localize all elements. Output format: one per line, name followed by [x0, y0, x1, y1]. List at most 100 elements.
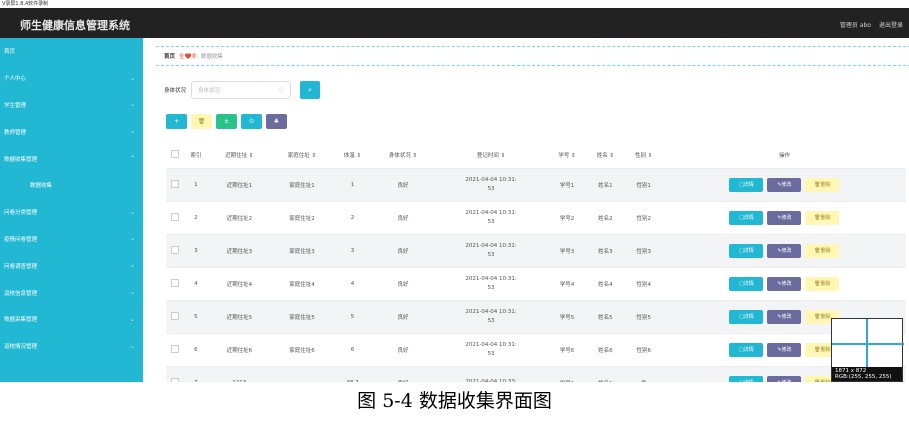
- logout-link[interactable]: 退出登录: [879, 20, 903, 29]
- view-button[interactable]: □ 详情: [729, 210, 764, 225]
- color-picker-overlay: 1871 x 872 RGB:(255, 255, 255): [831, 318, 904, 382]
- column-header-5[interactable]: 身体状况 ⇕: [371, 142, 435, 169]
- delete-button[interactable]: 🗑 删除: [805, 276, 840, 291]
- column-header-2[interactable]: 近期住址 ⇕: [208, 142, 271, 169]
- edit-button-label: 修改: [781, 281, 792, 287]
- row-checkbox[interactable]: [170, 377, 179, 382]
- breadcrumb-current: 数据收集: [200, 54, 223, 60]
- delete-button[interactable]: 🗑 删除: [805, 177, 840, 192]
- edit-button-label: 修改: [781, 215, 792, 221]
- table-row: 6 近期住址6 家庭住址6 6 良好 2021-04-04 10:31: 53 学号6 姓名6 性…: [166, 333, 906, 367]
- picker-info: 1871 x 872 RGB:(255, 255, 255): [832, 367, 902, 381]
- row-checkbox[interactable]: [170, 278, 179, 287]
- cell-recent-address: 1213: [208, 366, 271, 382]
- sidebar-item-11[interactable]: 返校情况管理 ⌄: [0, 333, 143, 360]
- sidebar-item-4[interactable]: 数据收集管理 ⌃: [0, 145, 143, 172]
- batch-delete-button[interactable]: 🗑: [191, 114, 212, 129]
- search-placeholder: 身体状况: [198, 88, 221, 94]
- column-header-7[interactable]: 学号 ⇕: [547, 142, 587, 169]
- column-header-8[interactable]: 姓名 ⇕: [586, 142, 625, 169]
- cell-name: 姓名2: [586, 201, 625, 235]
- view-button[interactable]: □ 详情: [729, 276, 764, 291]
- cell-recent-address: 近期住址6: [208, 333, 271, 367]
- admin-label[interactable]: 管理员 abo: [840, 20, 871, 29]
- cell-home-address: 家庭住址3: [270, 234, 334, 268]
- delete-button-label: 删除: [820, 182, 831, 188]
- cell-ops: □ 详情✎ 修改🗑 删除: [662, 267, 906, 301]
- sidebar-item-label: 首页: [4, 49, 16, 56]
- row-checkbox[interactable]: [170, 245, 179, 254]
- row-checkbox[interactable]: [170, 212, 179, 221]
- view-button[interactable]: □ 详情: [729, 243, 764, 258]
- sidebar-item-9[interactable]: 返校信息管理 ⌄: [0, 279, 143, 306]
- column-header-6[interactable]: 登记时间 ⇕: [434, 142, 548, 169]
- edit-button[interactable]: ✎ 修改: [767, 243, 802, 258]
- cell-home-address: 家庭住址4: [270, 267, 334, 301]
- view-button[interactable]: □ 详情: [729, 375, 764, 382]
- column-header-3[interactable]: 家庭住址 ⇕: [270, 142, 334, 169]
- cell-name: 姓名6: [586, 333, 625, 367]
- time-line-1: 2021-04-04 10:31:: [465, 308, 517, 315]
- chart-icon: ♣: [273, 118, 280, 125]
- breadcrumb-home[interactable]: 首页: [164, 52, 175, 60]
- cell-time: 2021-04-04 10:31: 53: [434, 300, 548, 334]
- row-actions: □ 详情✎ 修改🗑 删除: [663, 243, 906, 258]
- view-button[interactable]: □ 详情: [729, 309, 764, 324]
- sidebar-item-7[interactable]: 疫情问卷管理 ⌄: [0, 226, 143, 253]
- column-header-1: 索引: [183, 142, 208, 169]
- cell-home-address: 家庭住址5: [270, 300, 334, 334]
- sidebar-item-0[interactable]: 首页: [0, 38, 143, 65]
- search-input[interactable]: 身体状况 ○: [191, 81, 292, 99]
- edit-button[interactable]: ✎ 修改: [767, 309, 802, 324]
- cell-health: 良好: [371, 366, 435, 382]
- row-checkbox[interactable]: [170, 179, 179, 188]
- row-checkbox[interactable]: [170, 311, 179, 320]
- cell-gender: 性别2: [624, 201, 663, 235]
- view-button[interactable]: □ 详情: [729, 342, 764, 357]
- sidebar-item-8[interactable]: 问卷调查管理 ⌄: [0, 252, 143, 279]
- crosshair-horizontal: [832, 343, 904, 345]
- sidebar-item-1[interactable]: 个人中心 ⌄: [0, 65, 143, 92]
- sidebar-item-10[interactable]: 数据采集管理 ⌄: [0, 306, 143, 333]
- edit-button[interactable]: ✎ 修改: [767, 375, 802, 382]
- import-button[interactable]: ±: [216, 114, 237, 129]
- time-line-1: 2021-04-04 10:31:: [465, 176, 517, 183]
- cell-student-id: 学号1: [547, 168, 587, 202]
- cell-index: 4: [183, 267, 208, 301]
- delete-button[interactable]: 🗑 删除: [805, 210, 840, 225]
- breadcrumb: 首页 全❤️非 数据收集: [156, 46, 909, 66]
- sidebar-item-6[interactable]: 问卷分类管理 ⌄: [0, 199, 143, 226]
- add-button[interactable]: +: [166, 114, 187, 129]
- chart-button[interactable]: ♣: [266, 114, 287, 129]
- sidebar-item-3[interactable]: 教师管理 ⌄: [0, 118, 143, 145]
- edit-button[interactable]: ✎ 修改: [767, 177, 802, 192]
- cell-recent-address: 近期住址4: [208, 267, 271, 301]
- column-header-10: 操作: [662, 142, 906, 169]
- sidebar-item-5[interactable]: 数据收集: [0, 172, 143, 199]
- select-all-checkbox[interactable]: [170, 149, 179, 158]
- column-header-9[interactable]: 性别 ⇕: [624, 142, 663, 169]
- chevron-down-icon: ⌄: [129, 315, 135, 323]
- view-button-label: 详情: [743, 314, 754, 320]
- edit-button[interactable]: ✎ 修改: [767, 210, 802, 225]
- cell-temperature: 2: [333, 201, 372, 235]
- chevron-down-icon: ⌄: [129, 74, 135, 82]
- export-button[interactable]: ⊙: [241, 114, 262, 129]
- row-checkbox[interactable]: [170, 344, 179, 353]
- edit-button[interactable]: ✎ 修改: [767, 276, 802, 291]
- sidebar-item-label: 问卷分类管理: [4, 210, 38, 217]
- search-button[interactable]: ⌕: [300, 81, 321, 99]
- delete-button-label: 删除: [820, 347, 831, 353]
- delete-button[interactable]: 🗑 删除: [805, 243, 840, 258]
- cell-recent-address: 近期住址1: [208, 168, 271, 202]
- chevron-down-icon: ⌄: [129, 342, 135, 350]
- delete-button-label: 删除: [820, 281, 831, 287]
- column-header-4[interactable]: 体温 ⇕: [333, 142, 372, 169]
- sidebar-item-2[interactable]: 学生管理 ⌄: [0, 92, 143, 119]
- top-navbar: 师生健康信息管理系统 管理员 abo 退出登录: [0, 8, 909, 38]
- edit-button[interactable]: ✎ 修改: [767, 342, 802, 357]
- view-button[interactable]: □ 详情: [729, 177, 764, 192]
- cell-gender: 性别6: [624, 333, 663, 367]
- cell-health: 良好: [371, 267, 435, 301]
- cell-health: 良好: [371, 168, 435, 202]
